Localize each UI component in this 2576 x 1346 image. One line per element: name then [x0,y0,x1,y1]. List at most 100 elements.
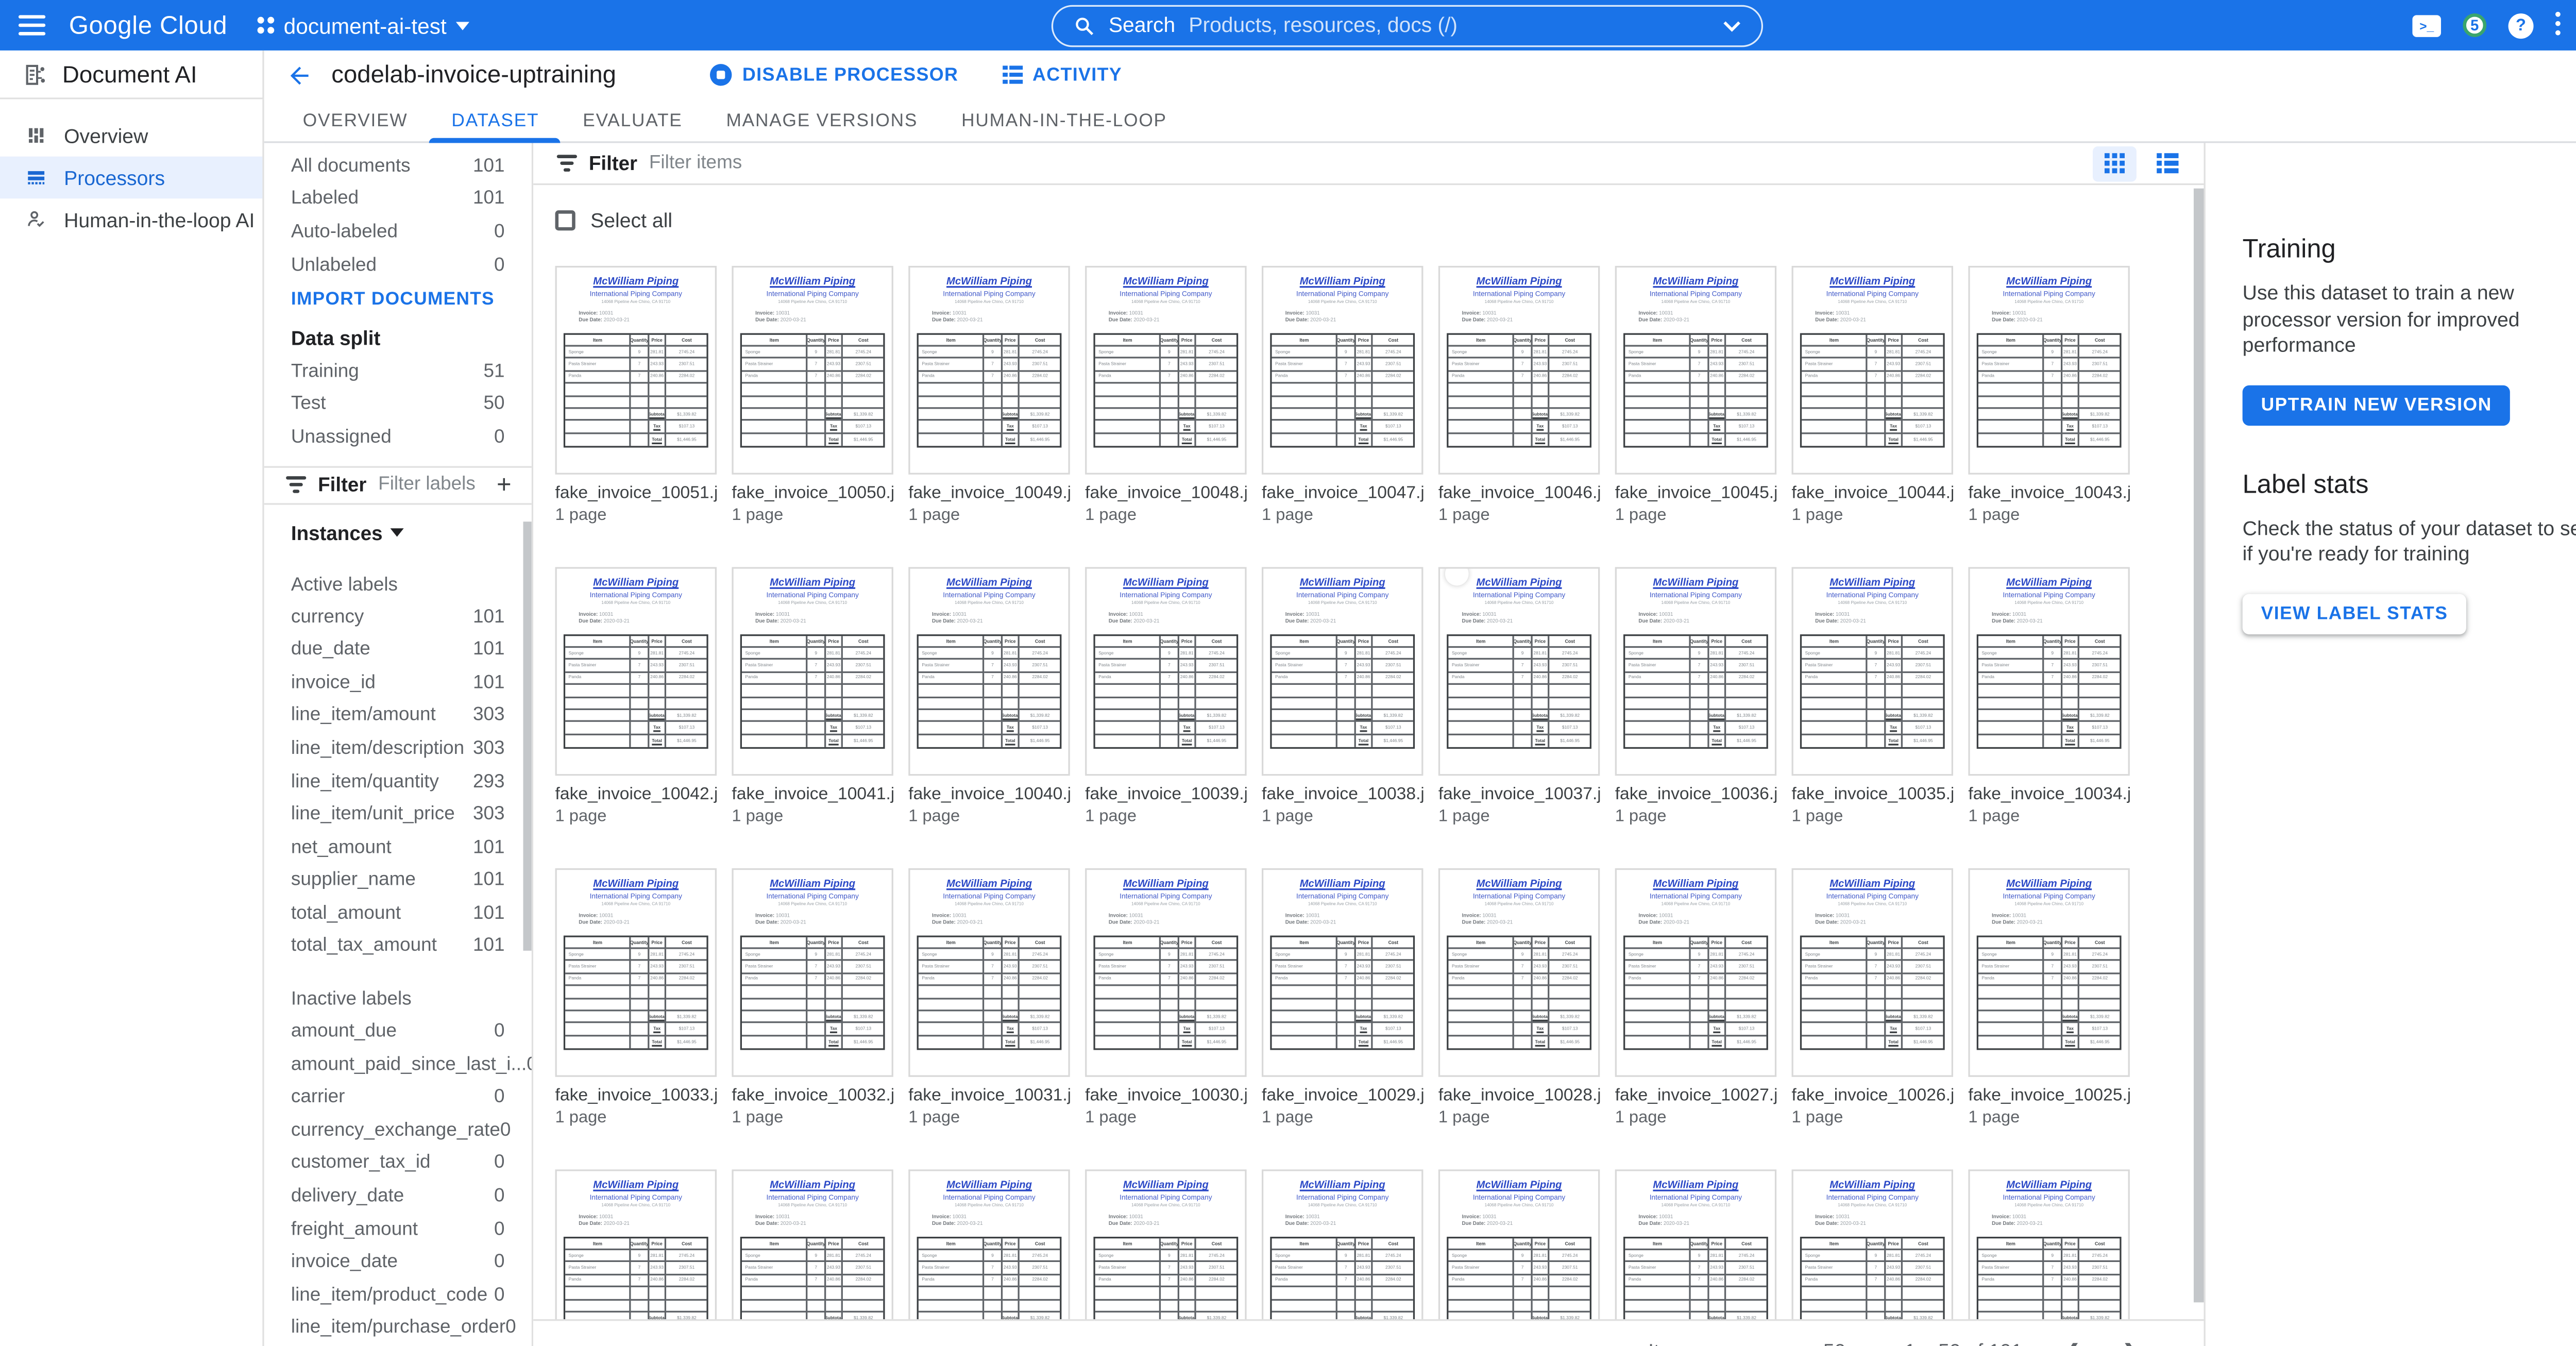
filter-items-placeholder[interactable]: Filter items [649,153,742,173]
back-button[interactable] [286,61,313,88]
document-card[interactable]: McWilliam PipingInternational Piping Com… [1615,868,1776,1128]
notifications-badge[interactable]: 5 [2463,13,2486,37]
active-label-row[interactable]: invoice_id101 [264,666,532,699]
menu-icon[interactable] [19,15,45,35]
search-bar[interactable]: Search Products, resources, docs (/) [1052,4,1763,46]
invoice-thumbnail[interactable]: McWilliam PipingInternational Piping Com… [1615,868,1776,1077]
active-label-row[interactable]: net_amount101 [264,831,532,864]
document-card[interactable]: McWilliam PipingInternational Piping Com… [908,567,1070,826]
inactive-label-row[interactable]: amount_paid_since_last_i...0 [264,1048,532,1081]
tab-dataset[interactable]: DATASET [430,99,561,143]
document-card[interactable]: McWilliam PipingInternational Piping Com… [732,266,893,525]
inactive-label-row[interactable]: invoice_date0 [264,1246,532,1279]
invoice-thumbnail[interactable]: McWilliam PipingInternational Piping Com… [555,266,717,475]
document-card[interactable]: McWilliam PipingInternational Piping Com… [1615,266,1776,525]
document-card[interactable]: McWilliam PipingInternational Piping Com… [1438,266,1600,525]
document-card[interactable]: McWilliam PipingInternational Piping Com… [1968,567,2129,826]
invoice-thumbnail[interactable]: McWilliam PipingInternational Piping Com… [908,868,1070,1077]
invoice-thumbnail[interactable]: McWilliam PipingInternational Piping Com… [1438,868,1600,1077]
invoice-thumbnail[interactable]: McWilliam PipingInternational Piping Com… [1085,266,1246,475]
invoice-thumbnail[interactable]: McWilliam PipingInternational Piping Com… [1968,868,2129,1077]
sidebar-item-human-in-the-loop[interactable]: Human-in-the-loop AI [0,198,262,241]
invoice-thumbnail[interactable]: McWilliam PipingInternational Piping Com… [1085,1169,1246,1319]
active-label-row[interactable]: currency101 [264,600,532,633]
uptrain-new-version-button[interactable]: UPTRAIN NEW VERSION [2243,385,2511,425]
invoice-thumbnail[interactable]: McWilliam PipingInternational Piping Com… [908,567,1070,776]
document-card[interactable]: McWilliam PipingInternational Piping Com… [1085,266,1246,525]
invoice-thumbnail[interactable]: McWilliam PipingInternational Piping Com… [908,1169,1070,1319]
document-card[interactable]: McWilliam PipingInternational Piping Com… [1262,1169,1423,1319]
select-all-checkbox[interactable] [555,210,575,230]
document-card[interactable]: McWilliam PipingInternational Piping Com… [1792,266,1953,525]
invoice-thumbnail[interactable]: McWilliam PipingInternational Piping Com… [1792,868,1953,1077]
invoice-thumbnail[interactable]: McWilliam PipingInternational Piping Com… [1438,266,1600,475]
document-card[interactable]: McWilliam PipingInternational Piping Com… [1262,266,1423,525]
invoice-thumbnail[interactable]: McWilliam PipingInternational Piping Com… [555,1169,717,1319]
inactive-label-row[interactable]: line_item/product_code0 [264,1279,532,1312]
document-count-row[interactable]: Auto-labeled0 [264,216,532,249]
invoice-thumbnail[interactable]: McWilliam PipingInternational Piping Com… [908,266,1070,475]
document-card[interactable]: McWilliam PipingInternational Piping Com… [732,1169,893,1319]
document-card[interactable]: McWilliam PipingInternational Piping Com… [1968,1169,2129,1319]
grid-scrollbar[interactable] [2194,189,2203,1303]
document-card[interactable]: McWilliam PipingInternational Piping Com… [555,567,717,826]
next-page-button[interactable]: ❯ [2122,1339,2140,1346]
active-label-row[interactable]: due_date101 [264,633,532,666]
import-documents-button[interactable]: IMPORT DOCUMENTS [291,290,505,310]
document-card[interactable]: McWilliam PipingInternational Piping Com… [732,868,893,1128]
active-label-row[interactable]: supplier_name101 [264,864,532,897]
invoice-thumbnail[interactable]: McWilliam PipingInternational Piping Com… [1262,266,1423,475]
google-cloud-logo[interactable]: Google Cloud [69,11,227,40]
document-card[interactable]: McWilliam PipingInternational Piping Com… [1262,868,1423,1128]
tab-human-in-the-loop[interactable]: HUMAN-IN-THE-LOOP [940,99,1189,143]
document-card[interactable]: McWilliam PipingInternational Piping Com… [555,266,717,525]
labels-filter[interactable]: Filter Filter labels + [264,467,532,504]
inactive-label-row[interactable]: customer_tax_id0 [264,1147,532,1180]
document-card[interactable]: McWilliam PipingInternational Piping Com… [1262,567,1423,826]
sidebar-item-processors[interactable]: Processors [0,157,262,199]
labels-scrollbar[interactable] [523,521,531,951]
sidebar-item-overview[interactable]: Overview [0,114,262,157]
help-icon[interactable]: ? [2509,12,2534,38]
document-card[interactable]: McWilliam PipingInternational Piping Com… [908,868,1070,1128]
document-card[interactable]: McWilliam PipingInternational Piping Com… [1085,1169,1246,1319]
list-view-button[interactable] [2145,145,2189,181]
invoice-thumbnail[interactable]: McWilliam PipingInternational Piping Com… [1615,567,1776,776]
invoice-thumbnail[interactable]: McWilliam PipingInternational Piping Com… [1262,1169,1423,1319]
invoice-thumbnail[interactable]: McWilliam PipingInternational Piping Com… [1968,1169,2129,1319]
document-count-row[interactable]: Labeled101 [264,183,532,216]
document-card[interactable]: McWilliam PipingInternational Piping Com… [908,266,1070,525]
document-card[interactable]: McWilliam PipingInternational Piping Com… [1792,1169,1953,1319]
inactive-label-row[interactable]: freight_amount0 [264,1213,532,1246]
cloud-shell-icon[interactable]: >_ [2412,14,2441,36]
active-label-row[interactable]: total_amount101 [264,897,532,930]
document-card[interactable]: McWilliam PipingInternational Piping Com… [908,1169,1070,1319]
invoice-thumbnail[interactable]: McWilliam PipingInternational Piping Com… [732,567,893,776]
add-label-button[interactable]: + [497,473,512,498]
invoice-thumbnail[interactable]: McWilliam PipingInternational Piping Com… [732,1169,893,1319]
document-card[interactable]: McWilliam PipingInternational Piping Com… [1792,868,1953,1128]
document-card[interactable]: McWilliam PipingInternational Piping Com… [1438,1169,1600,1319]
document-card[interactable]: McWilliam PipingInternational Piping Com… [1615,1169,1776,1319]
invoice-thumbnail[interactable]: McWilliam PipingInternational Piping Com… [1615,266,1776,475]
data-split-row[interactable]: Unassigned0 [264,421,532,454]
active-label-row[interactable]: line_item/unit_price303 [264,798,532,831]
invoice-thumbnail[interactable]: McWilliam PipingInternational Piping Com… [1438,1169,1600,1319]
invoice-thumbnail[interactable]: McWilliam PipingInternational Piping Com… [1968,266,2129,475]
inactive-label-row[interactable]: delivery_date0 [264,1180,532,1213]
document-card[interactable]: McWilliam PipingInternational Piping Com… [1438,868,1600,1128]
document-card[interactable]: McWilliam PipingInternational Piping Com… [1968,266,2129,525]
invoice-thumbnail[interactable]: McWilliam PipingInternational Piping Com… [1792,266,1953,475]
project-picker[interactable]: document-ai-test [258,12,470,38]
data-split-row[interactable]: Test50 [264,388,532,421]
active-label-row[interactable]: line_item/amount303 [264,699,532,732]
view-label-stats-button[interactable]: VIEW LABEL STATS [2243,594,2467,634]
grid-view-button[interactable] [2093,145,2137,181]
document-card[interactable]: McWilliam PipingInternational Piping Com… [1968,868,2129,1128]
more-options-icon[interactable] [2555,12,2562,39]
activity-button[interactable]: ACTIVITY [1002,65,1122,85]
invoice-thumbnail[interactable]: McWilliam PipingInternational Piping Com… [732,266,893,475]
invoice-thumbnail[interactable]: McWilliam PipingInternational Piping Com… [732,868,893,1077]
tab-manage-versions[interactable]: MANAGE VERSIONS [704,99,940,143]
instances-dropdown[interactable]: Instances [264,504,532,548]
